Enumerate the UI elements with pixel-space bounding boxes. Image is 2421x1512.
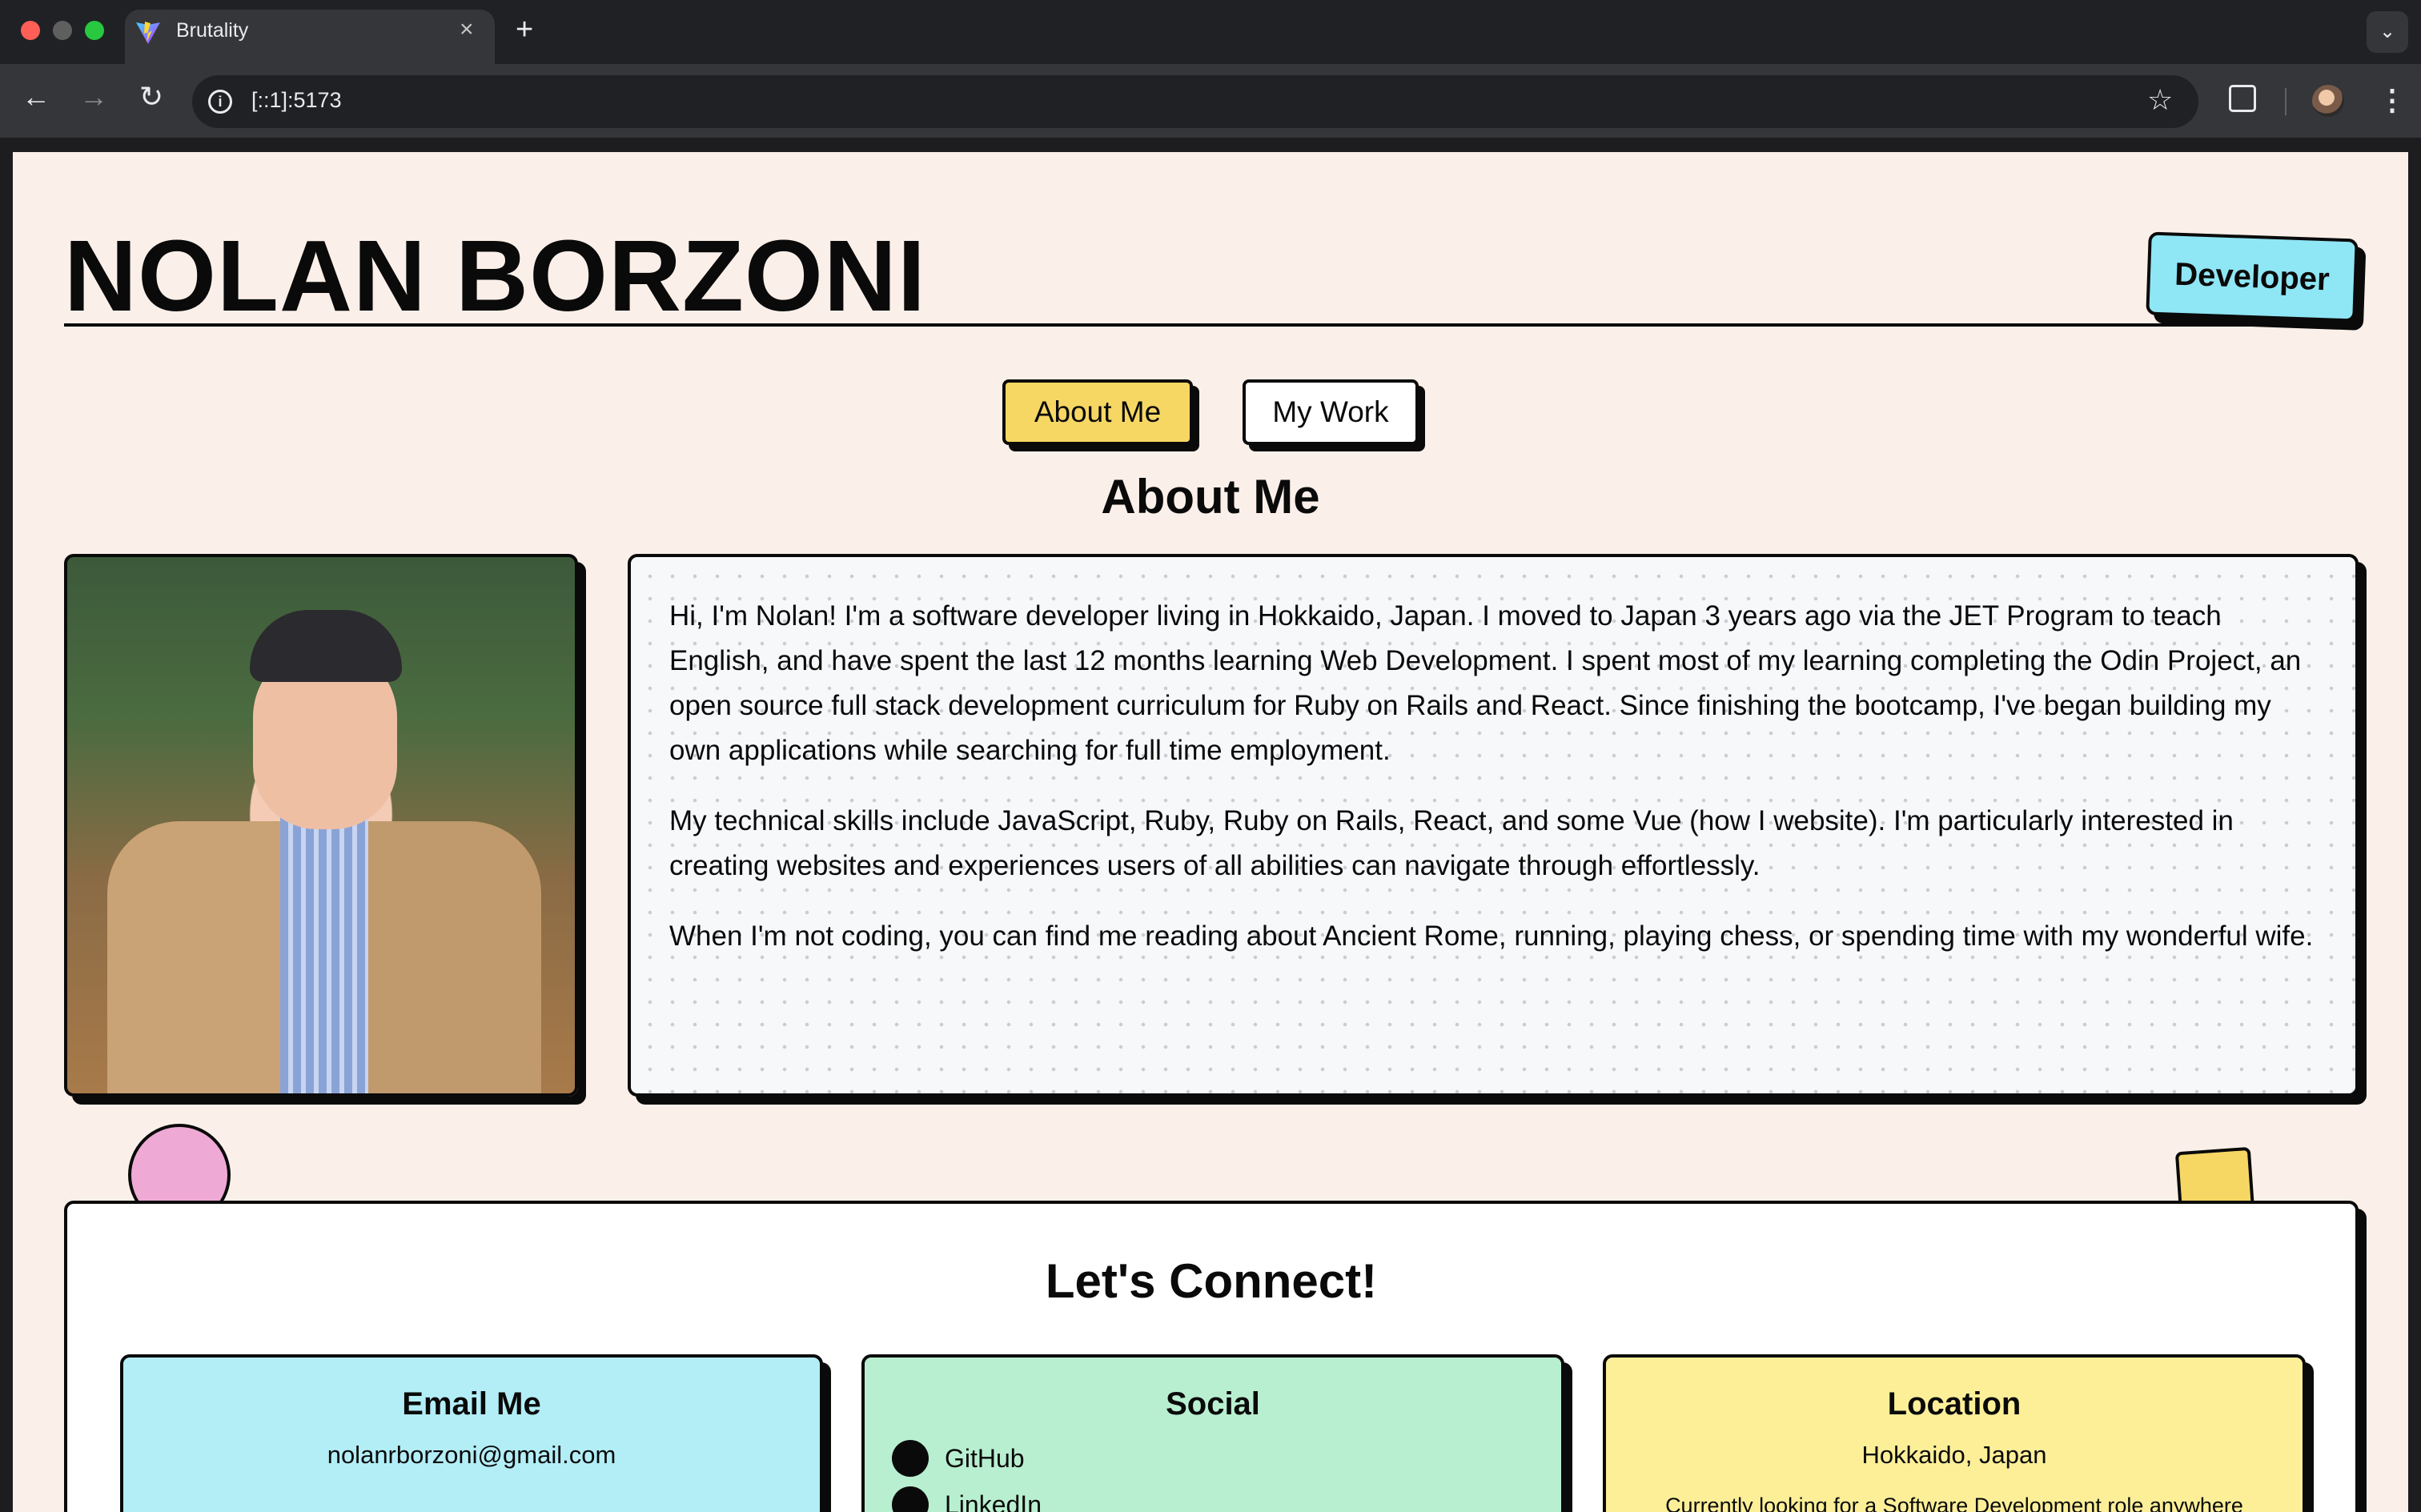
nav-my-work-button[interactable]: My Work xyxy=(1243,379,1419,445)
location-card-title: Location xyxy=(1887,1386,2022,1422)
profile-avatar[interactable] xyxy=(2312,85,2344,117)
github-label: GitHub xyxy=(945,1443,1025,1473)
social-card-title: Social xyxy=(1166,1386,1260,1422)
bookmark-star-icon[interactable]: ☆ xyxy=(2147,83,2173,117)
tab-close-icon[interactable]: × xyxy=(460,16,474,43)
close-window-button[interactable] xyxy=(21,21,40,40)
address-bar[interactable] xyxy=(192,75,2198,128)
toolbar-divider xyxy=(2285,88,2286,115)
tab-title: Brutality xyxy=(176,19,249,42)
location-place: Hokkaido, Japan xyxy=(1861,1441,2047,1469)
bio-paragraph: When I'm not coding, you can find me rea… xyxy=(669,920,2314,952)
site-info-icon[interactable]: i xyxy=(208,90,232,114)
linkedin-link[interactable]: LinkedIn xyxy=(892,1486,1042,1512)
connect-title: Let's Connect! xyxy=(1045,1254,1378,1308)
email-link[interactable]: nolanrborzoni@gmail.com xyxy=(123,1441,820,1470)
title-underline xyxy=(64,323,2359,327)
nav-about-me-button[interactable]: About Me xyxy=(1002,379,1193,445)
linkedin-icon xyxy=(892,1486,929,1512)
about-section-title: About Me xyxy=(1101,470,1320,523)
browser-menu-icon[interactable]: ⋮ xyxy=(2378,83,2407,117)
bio-paragraph: My technical skills include JavaScript, … xyxy=(669,805,2234,881)
maximize-window-button[interactable] xyxy=(85,21,104,40)
site-title: NOLAN BORZONI xyxy=(64,219,926,332)
url-text[interactable]: [::1]:5173 xyxy=(251,88,342,113)
linkedin-label: LinkedIn xyxy=(945,1490,1042,1512)
bio-paragraph: Hi, I'm Nolan! I'm a software developer … xyxy=(669,600,2302,766)
vite-logo-icon xyxy=(136,22,160,44)
profile-photo xyxy=(64,554,578,1097)
forward-arrow-icon[interactable]: → xyxy=(74,80,114,114)
extensions-icon[interactable] xyxy=(2229,85,2256,112)
back-arrow-icon[interactable]: ← xyxy=(16,80,56,114)
social-card: Social GitHub LinkedIn xyxy=(861,1354,1564,1512)
email-card-title: Email Me xyxy=(402,1386,541,1422)
email-card: Email Me nolanrborzoni@gmail.com xyxy=(120,1354,823,1512)
location-note: Currently looking for a Software Develop… xyxy=(1665,1494,2243,1512)
location-card: Location Hokkaido, Japan Currently looki… xyxy=(1603,1354,2306,1512)
connect-section: Let's Connect! Email Me nolanrborzoni@gm… xyxy=(64,1201,2359,1512)
developer-badge: Developer xyxy=(2146,231,2359,323)
minimize-window-button[interactable] xyxy=(53,21,72,40)
reload-icon[interactable]: ↻ xyxy=(131,80,171,114)
bio-card: Hi, I'm Nolan! I'm a software developer … xyxy=(628,554,2359,1097)
tab-search-icon[interactable]: ⌄ xyxy=(2367,11,2408,53)
new-tab-icon[interactable]: + xyxy=(516,13,533,47)
github-icon xyxy=(892,1440,929,1477)
github-link[interactable]: GitHub xyxy=(892,1439,1025,1478)
